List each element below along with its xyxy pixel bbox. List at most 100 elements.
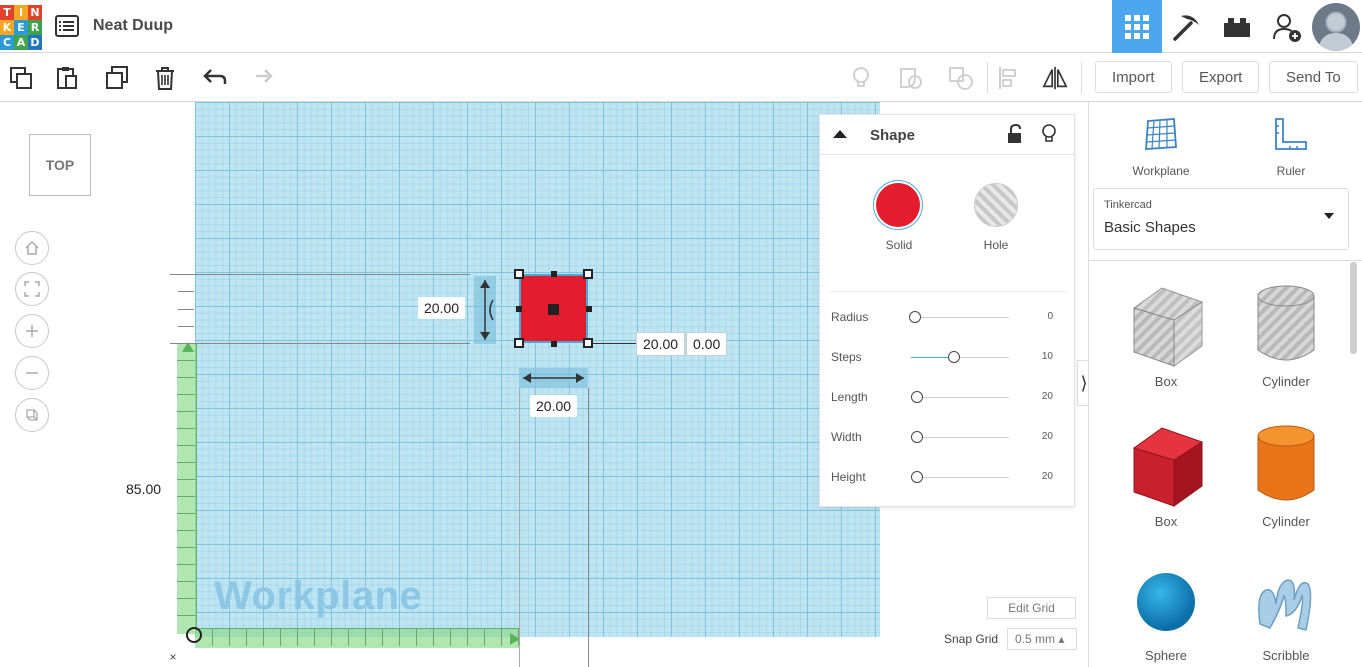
fit-view-button[interactable] [15, 272, 49, 306]
property-slider-knob[interactable] [948, 351, 960, 363]
resize-handle[interactable] [583, 338, 593, 348]
ungroup-button[interactable] [947, 64, 975, 92]
design-list-icon[interactable] [55, 15, 79, 37]
ruler-x-axis[interactable] [195, 628, 520, 648]
close-ruler-button[interactable]: × [163, 647, 183, 667]
mirror-button[interactable] [1041, 64, 1069, 92]
shape-box[interactable]: Box [1116, 420, 1216, 529]
workplane-tool[interactable]: Workplane [1111, 114, 1211, 178]
invite-user-button[interactable] [1262, 0, 1312, 53]
property-slider-knob[interactable] [911, 471, 923, 483]
elevation-dimension[interactable]: 0.00 [686, 332, 728, 356]
snap-grid-select[interactable]: 0.5 mm ▴ [1007, 628, 1077, 650]
send-to-button[interactable]: Send To [1269, 61, 1358, 93]
undo-button[interactable] [201, 64, 229, 92]
property-slider-track[interactable] [911, 437, 1009, 438]
shape-label: Scribble [1262, 648, 1310, 663]
property-slider-knob[interactable] [909, 311, 921, 323]
ruler-tick [177, 411, 195, 412]
property-slider-track[interactable] [911, 477, 1009, 478]
shape-label: Box [1154, 514, 1178, 529]
workplane-label: Workplane [214, 574, 423, 618]
user-avatar[interactable] [1312, 3, 1360, 51]
shape-cylinder-hole[interactable]: Cylinder [1236, 280, 1336, 389]
ruler-tick [177, 530, 195, 531]
toolbar: Import Export Send To [0, 54, 1362, 102]
brick-icon [1224, 17, 1250, 37]
shape-scribble[interactable]: Scribble [1236, 564, 1336, 663]
3d-design-view-button[interactable] [1112, 0, 1162, 53]
edit-grid-button[interactable]: Edit Grid [987, 597, 1076, 619]
shape-library-select[interactable]: Tinkercad Basic Shapes [1093, 188, 1349, 250]
library-provider: Tinkercad [1104, 199, 1152, 211]
y-offset-dimension[interactable]: 85.00 [120, 478, 168, 500]
perspective-button[interactable] [15, 398, 49, 432]
workplane-icon [1145, 118, 1177, 150]
resize-handle[interactable] [583, 269, 593, 279]
edge-handle[interactable] [586, 306, 592, 312]
paste-button[interactable] [53, 64, 81, 92]
ruler-tool[interactable]: Ruler [1241, 114, 1341, 178]
property-slider-knob[interactable] [911, 391, 923, 403]
workplane-tool-label: Workplane [1132, 164, 1190, 178]
delete-button[interactable] [151, 64, 179, 92]
property-slider-track[interactable] [911, 397, 1009, 398]
edge-handle[interactable] [551, 341, 557, 347]
width-arrow[interactable] [519, 368, 588, 388]
shape-box-hole[interactable]: Box [1116, 280, 1216, 389]
property-value[interactable]: 0 [1047, 311, 1053, 322]
ruler-tick [178, 309, 194, 310]
group-button[interactable] [897, 64, 925, 92]
ruler-tick [177, 394, 195, 395]
shape-cylinder[interactable]: Cylinder [1236, 420, 1336, 529]
duplicate-button[interactable] [103, 64, 131, 92]
tinkercad-logo[interactable]: T I N K E R C A D [0, 5, 42, 50]
export-button[interactable]: Export [1182, 61, 1260, 93]
collapse-inspector-icon[interactable] [832, 128, 848, 140]
property-value[interactable]: 20 [1042, 391, 1053, 402]
solid-color-swatch[interactable] [876, 183, 920, 227]
property-value[interactable]: 20 [1042, 431, 1053, 442]
logo-letter: C [0, 35, 14, 50]
import-button[interactable]: Import [1095, 61, 1172, 93]
height-dimension[interactable]: 20.00 [418, 297, 466, 319]
property-value[interactable]: 10 [1042, 351, 1053, 362]
ruler-tick [365, 628, 366, 646]
ruler-tick [280, 628, 281, 646]
cylinder-hole-icon [1257, 285, 1315, 361]
notes-button[interactable] [847, 64, 875, 92]
property-slider-track[interactable] [911, 317, 1009, 318]
center-handle[interactable] [548, 304, 559, 315]
ruler-origin-handle[interactable] [186, 627, 202, 643]
align-button[interactable] [995, 64, 1023, 92]
edge-handle[interactable] [551, 271, 557, 277]
redo-button[interactable] [247, 64, 275, 92]
width-dimension[interactable]: 20.00 [530, 395, 578, 417]
ruler-tick [177, 377, 195, 378]
home-view-button[interactable] [15, 231, 49, 265]
shape-sphere[interactable]: Sphere [1116, 564, 1216, 663]
ruler-tick [348, 628, 349, 646]
ruler-tick [177, 564, 195, 565]
edge-handle[interactable] [516, 306, 522, 312]
box-hole-icon [1132, 287, 1204, 367]
project-title[interactable]: Neat Duup [93, 17, 173, 35]
resize-handle[interactable] [514, 338, 524, 348]
zoom-in-button[interactable] [15, 314, 49, 348]
property-slider-knob[interactable] [911, 431, 923, 443]
length-dimension[interactable]: 20.00 [636, 332, 686, 356]
unlock-icon[interactable] [1006, 124, 1024, 144]
resize-handle[interactable] [514, 269, 524, 279]
zoom-out-button[interactable] [15, 356, 49, 390]
hole-swatch[interactable] [974, 183, 1018, 227]
ruler-y-axis[interactable] [177, 344, 197, 634]
bricks-button[interactable] [1212, 0, 1262, 53]
view-cube[interactable]: TOP [29, 134, 91, 196]
property-value[interactable]: 20 [1042, 471, 1053, 482]
height-arrow[interactable] [474, 276, 496, 344]
shapes-scrollbar[interactable] [1350, 262, 1357, 354]
ruler-tick [177, 360, 195, 361]
copy-button[interactable] [7, 64, 35, 92]
lightbulb-icon[interactable] [1040, 124, 1058, 144]
codeblocks-button[interactable] [1162, 0, 1212, 53]
